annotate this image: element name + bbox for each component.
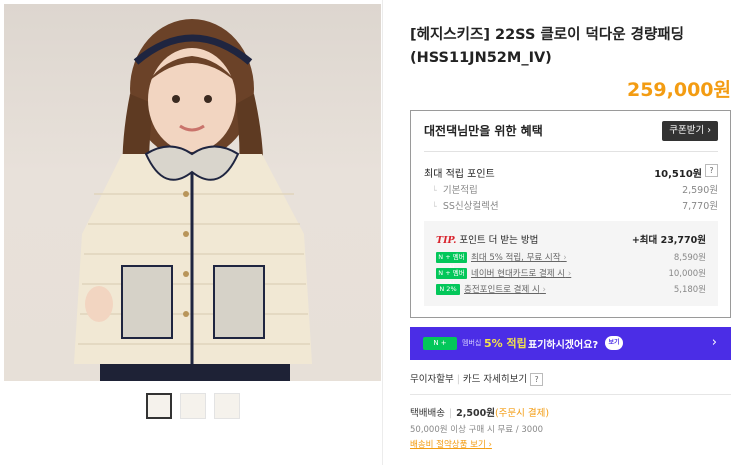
max-points-value: 10,510원 bbox=[654, 169, 702, 180]
thumbnail-1[interactable] bbox=[146, 393, 172, 419]
shipping-condition: (주문시 결제) bbox=[494, 408, 550, 419]
coupon-button[interactable]: 쿠폰받기 › bbox=[662, 121, 718, 141]
link-separator: | bbox=[456, 374, 460, 385]
tip-amount: 10,000원 bbox=[668, 269, 706, 279]
naver-pay-percent-badge: N 2% bbox=[436, 283, 460, 295]
shipping-separator: | bbox=[448, 408, 453, 419]
thumbnail-2[interactable] bbox=[180, 393, 206, 419]
sub-points-value: 7,770원 bbox=[682, 201, 718, 212]
section-divider bbox=[410, 394, 731, 395]
benefit-heading: 대전댁님만을 위한 혜택 bbox=[424, 124, 543, 138]
shipping-fee: 2,500원 bbox=[456, 408, 495, 419]
sub-points-label: SS신상컬렉션 bbox=[432, 198, 499, 212]
product-gallery bbox=[0, 0, 382, 465]
naver-membership-badge: N + 멤버십 bbox=[436, 267, 467, 288]
sub-points-label: 기본적립 bbox=[432, 182, 478, 196]
main-product-image[interactable] bbox=[4, 4, 381, 381]
banner-view-pill: 보기 bbox=[605, 336, 623, 350]
shipping-row: 택배배송 | 2,500원(주문시 결제) bbox=[410, 405, 549, 419]
naver-membership-badge: N + 멤버십 bbox=[436, 251, 467, 272]
benefit-divider bbox=[424, 151, 718, 152]
tip-tag: TIP. bbox=[436, 235, 457, 246]
thumbnail-3[interactable] bbox=[214, 393, 240, 419]
installment-link[interactable]: 무이자할부 bbox=[410, 374, 454, 385]
tip-link[interactable]: 최대 5% 적립, 무료 시작 bbox=[471, 253, 567, 263]
card-links: 무이자할부 | 카드 자세히보기? bbox=[410, 371, 544, 386]
tip-amount: 5,180원 bbox=[673, 285, 706, 295]
shipping-saving-link[interactable]: 배송비 절약상품 보기 bbox=[410, 438, 492, 450]
points-help-icon[interactable]: ? bbox=[705, 164, 718, 177]
benefit-box: 대전댁님만을 위한 혜택 쿠폰받기 › 최대 적립 포인트 10,510원 ? … bbox=[410, 110, 731, 318]
product-title: [헤지스키즈] 22SS 클로이 덕다운 경량패딩 (HSS11JN52M_IV… bbox=[410, 27, 684, 66]
card-detail-link[interactable]: 카드 자세히보기 bbox=[463, 374, 527, 385]
product-price: 259,000원 bbox=[626, 79, 731, 101]
tip-row: N + 멤버십 최대 5% 적립, 무료 시작 8,590원 bbox=[436, 251, 706, 272]
naver-plus-badge: N + bbox=[423, 337, 457, 350]
tip-link[interactable]: 네이버 현대카드로 결제 시 bbox=[471, 269, 571, 279]
banner-text: 표기하시겠어요? bbox=[528, 340, 599, 351]
membership-banner[interactable]: N + 멤버십 5% 적립 표기하시겠어요? 보기 › bbox=[410, 327, 731, 360]
tip-box: TIP.포인트 더 받는 방법 +최대 23,770원 N + 멤버십 최대 5%… bbox=[424, 221, 718, 306]
tip-row: N 2% 충전포인트로 결제 시 5,180원 bbox=[436, 283, 706, 295]
membership-label: 멤버십 bbox=[462, 339, 482, 347]
max-points-label: 최대 적립 포인트 bbox=[424, 169, 495, 180]
shipping-info: 50,000원 이상 구매 시 무료 / 3000 bbox=[410, 425, 544, 435]
product-photo bbox=[74, 19, 312, 381]
tip-row: N + 멤버십 네이버 현대카드로 결제 시 10,000원 bbox=[436, 267, 706, 288]
banner-highlight: 5% 적립 bbox=[484, 337, 527, 350]
tip-link[interactable]: 충전포인트로 결제 시 bbox=[464, 285, 546, 295]
shipping-label: 택배배송 bbox=[410, 408, 445, 419]
tip-amount: 8,590원 bbox=[673, 253, 706, 263]
tip-max-points: +최대 23,770원 bbox=[631, 235, 706, 246]
card-help-icon[interactable]: ? bbox=[530, 373, 544, 386]
column-divider bbox=[382, 0, 383, 465]
tip-heading-text: 포인트 더 받는 방법 bbox=[459, 235, 539, 246]
chevron-right-icon: › bbox=[711, 335, 717, 350]
tip-heading: TIP. 포인트 더 받는 방법 bbox=[436, 232, 538, 246]
sub-points-value: 2,590원 bbox=[682, 185, 718, 196]
thumbnail-list bbox=[146, 393, 240, 419]
